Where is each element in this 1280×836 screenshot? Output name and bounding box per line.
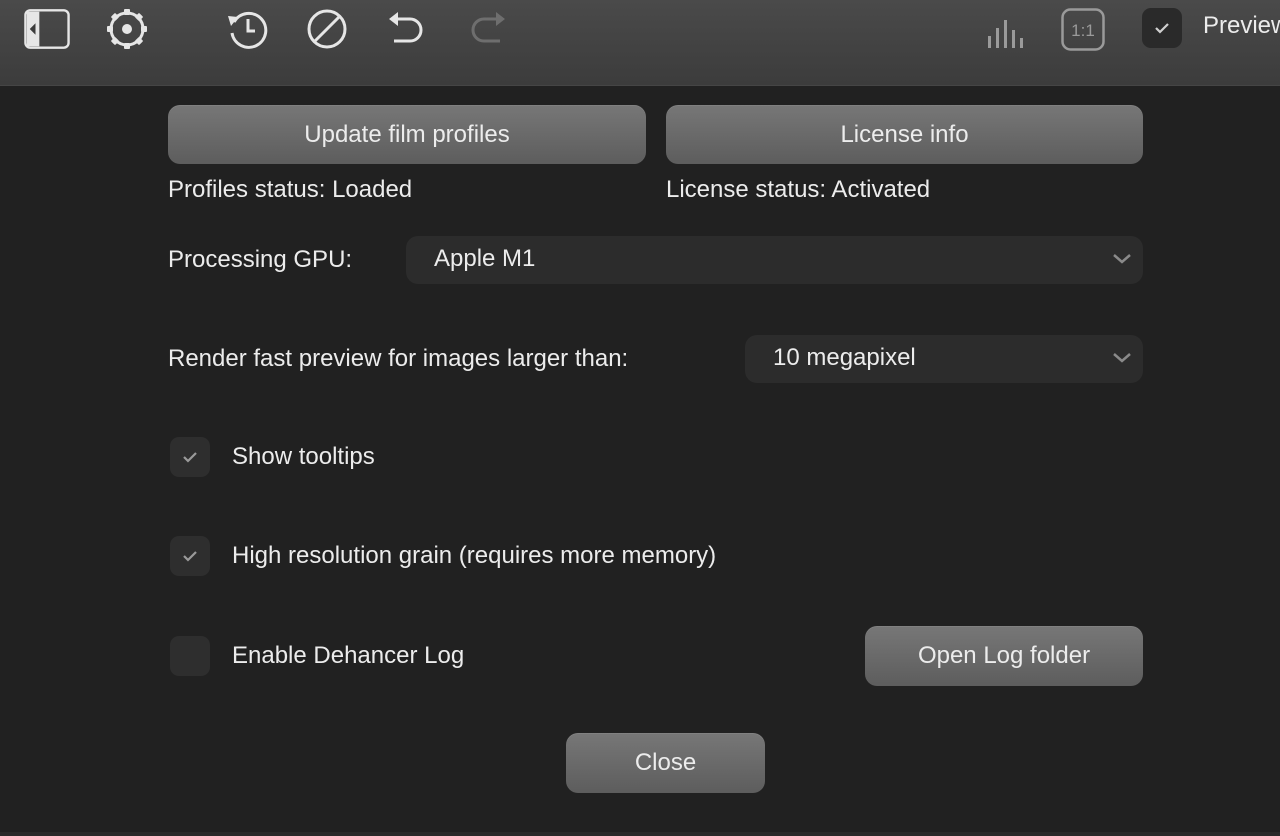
fast-preview-label: Render fast preview for images larger th…: [168, 345, 629, 372]
show-tooltips-label: Show tooltips: [232, 443, 375, 470]
redo-icon[interactable]: [464, 6, 510, 52]
chevron-down-icon: [1113, 254, 1131, 264]
undo-icon[interactable]: [384, 6, 430, 52]
sidebar-toggle-icon[interactable]: [24, 6, 70, 52]
bottom-border: [0, 832, 1280, 836]
svg-text:1:1: 1:1: [1071, 21, 1095, 40]
dehancer-log-checkbox[interactable]: [170, 636, 210, 676]
settings-icon[interactable]: [104, 6, 150, 52]
preview-label: Preview: [1203, 12, 1280, 39]
license-info-button[interactable]: License info: [666, 105, 1143, 164]
show-tooltips-checkbox[interactable]: [170, 437, 210, 477]
chevron-down-icon: [1113, 353, 1131, 363]
profiles-status: Profiles status: Loaded: [168, 176, 413, 203]
update-film-profiles-button[interactable]: Update film profiles: [168, 105, 646, 164]
checkmark-icon: [183, 551, 197, 562]
fast-preview-select[interactable]: 10 megapixel: [745, 335, 1143, 383]
open-log-folder-button[interactable]: Open Log folder: [865, 626, 1143, 686]
reset-icon[interactable]: [304, 6, 350, 52]
histogram-icon[interactable]: [982, 6, 1028, 52]
dehancer-log-label: Enable Dehancer Log: [232, 642, 465, 669]
fast-preview-select-value: 10 megapixel: [773, 344, 916, 371]
history-icon[interactable]: [224, 6, 270, 52]
license-status: License status: Activated: [666, 176, 931, 203]
high-res-grain-label: High resolution grain (requires more mem…: [232, 542, 717, 569]
gpu-label: Processing GPU:: [168, 246, 353, 273]
close-button[interactable]: Close: [566, 733, 765, 793]
checkmark-icon: [1155, 23, 1169, 34]
zoom-1to1-icon[interactable]: 1:1: [1060, 6, 1106, 52]
preview-checkbox[interactable]: [1142, 8, 1182, 48]
high-res-grain-checkbox[interactable]: [170, 536, 210, 576]
gpu-select-value: Apple M1: [434, 245, 536, 272]
toolbar: 1:1 Preview: [0, 0, 1280, 86]
gpu-select[interactable]: Apple M1: [406, 236, 1143, 284]
checkmark-icon: [183, 452, 197, 463]
